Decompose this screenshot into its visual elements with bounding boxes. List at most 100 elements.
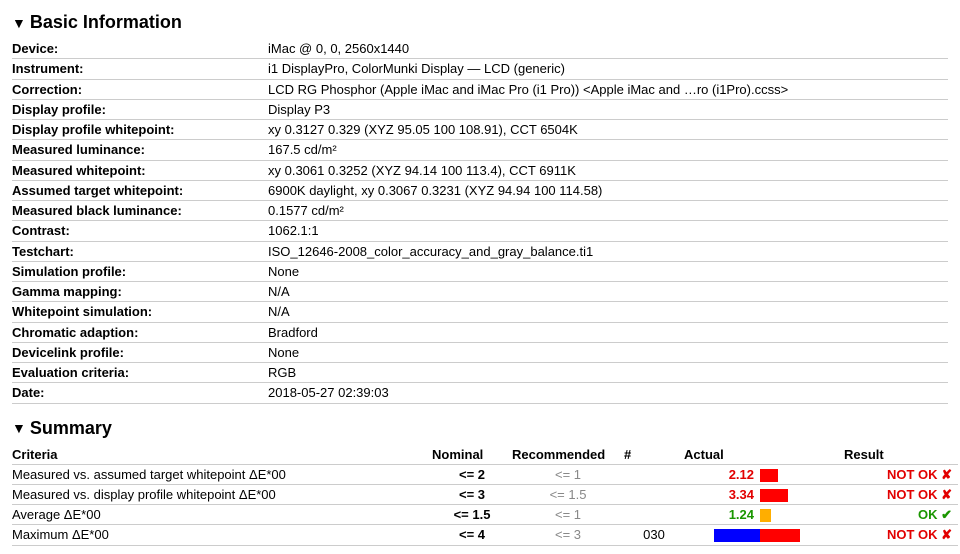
info-row: Assumed target whitepoint:6900K daylight… [12, 180, 948, 200]
summary-table: Criteria Nominal Recommended # Actual Re… [12, 445, 958, 546]
summary-title: Summary [30, 418, 112, 439]
bar-fill [714, 529, 760, 542]
nominal-cell: <= 3 [432, 484, 512, 504]
actual-cell: 3.34 [684, 484, 754, 504]
info-value: N/A [268, 302, 948, 322]
info-label: Simulation profile: [12, 261, 268, 281]
col-header-nominal: Nominal [432, 445, 512, 465]
col-header-criteria: Criteria [12, 445, 432, 465]
info-value: Display P3 [268, 99, 948, 119]
bar-fill [760, 469, 778, 482]
info-row: Date:2018-05-27 02:39:03 [12, 383, 948, 403]
info-row: Devicelink profile:None [12, 342, 948, 362]
bar-wrap [760, 489, 840, 502]
hash-cell: 030 [624, 525, 684, 545]
hash-cell [624, 464, 684, 484]
info-row: Measured black luminance:0.1577 cd/m² [12, 201, 948, 221]
nominal-cell: <= 4 [432, 525, 512, 545]
info-row: Testchart:ISO_12646-2008_color_accuracy_… [12, 241, 948, 261]
actual-cell: 2.12 [684, 464, 754, 484]
info-row: Simulation profile:None [12, 261, 948, 281]
criteria-cell: Measured vs. display profile whitepoint … [12, 484, 432, 504]
info-label: Date: [12, 383, 268, 403]
info-row: Whitepoint simulation:N/A [12, 302, 948, 322]
info-label: Assumed target whitepoint: [12, 180, 268, 200]
info-row: Measured whitepoint:xy 0.3061 0.3252 (XY… [12, 160, 948, 180]
summary-row: Maximum ΔE*00<= 4<= 30304.74NOT OK ✘ [12, 525, 958, 545]
info-value: 0.1577 cd/m² [268, 201, 948, 221]
info-label: Whitepoint simulation: [12, 302, 268, 322]
bar-fill-over [760, 529, 800, 542]
info-row: Gamma mapping:N/A [12, 282, 948, 302]
col-header-bar [754, 445, 844, 465]
basic-info-table: Device:iMac @ 0, 0, 2560x1440Instrument:… [12, 39, 948, 404]
info-row: Contrast:1062.1:1 [12, 221, 948, 241]
bar-cell [754, 464, 844, 484]
info-value: 2018-05-27 02:39:03 [268, 383, 948, 403]
info-value: xy 0.3061 0.3252 (XYZ 94.14 100 113.4), … [268, 160, 948, 180]
info-value: None [268, 261, 948, 281]
info-row: Display profile whitepoint:xy 0.3127 0.3… [12, 120, 948, 140]
info-value: None [268, 342, 948, 362]
recommended-cell: <= 1 [512, 464, 624, 484]
recommended-cell: <= 1.5 [512, 484, 624, 504]
info-label: Testchart: [12, 241, 268, 261]
info-label: Gamma mapping: [12, 282, 268, 302]
summary-heading[interactable]: ▼ Summary [12, 418, 948, 439]
info-row: Display profile:Display P3 [12, 99, 948, 119]
info-label: Display profile whitepoint: [12, 120, 268, 140]
info-row: Correction:LCD RG Phosphor (Apple iMac a… [12, 79, 948, 99]
info-value: ISO_12646-2008_color_accuracy_and_gray_b… [268, 241, 948, 261]
col-header-actual: Actual [684, 445, 754, 465]
summary-row: Measured vs. display profile whitepoint … [12, 484, 958, 504]
info-value: xy 0.3127 0.329 (XYZ 95.05 100 108.91), … [268, 120, 948, 140]
bar-fill [760, 509, 771, 522]
info-label: Display profile: [12, 99, 268, 119]
info-label: Measured whitepoint: [12, 160, 268, 180]
info-value: LCD RG Phosphor (Apple iMac and iMac Pro… [268, 79, 948, 99]
info-value: iMac @ 0, 0, 2560x1440 [268, 39, 948, 59]
info-label: Measured black luminance: [12, 201, 268, 221]
col-header-hash: # [624, 445, 684, 465]
info-row: Measured luminance:167.5 cd/m² [12, 140, 948, 160]
info-value: N/A [268, 282, 948, 302]
result-cell: NOT OK ✘ [844, 525, 958, 545]
col-header-recommended: Recommended [512, 445, 624, 465]
info-row: Chromatic adaption:Bradford [12, 322, 948, 342]
bar-fill [760, 489, 788, 502]
recommended-cell: <= 3 [512, 525, 624, 545]
info-label: Measured luminance: [12, 140, 268, 160]
info-value: 167.5 cd/m² [268, 140, 948, 160]
info-row: Device:iMac @ 0, 0, 2560x1440 [12, 39, 948, 59]
info-label: Correction: [12, 79, 268, 99]
info-row: Instrument:i1 DisplayPro, ColorMunki Dis… [12, 59, 948, 79]
disclosure-triangle-icon[interactable]: ▼ [12, 15, 26, 31]
info-value: RGB [268, 363, 948, 383]
bar-wrap [760, 469, 840, 482]
criteria-cell: Maximum ΔE*00 [12, 525, 432, 545]
info-row: Evaluation criteria:RGB [12, 363, 948, 383]
hash-cell [624, 484, 684, 504]
info-value: i1 DisplayPro, ColorMunki Display — LCD … [268, 59, 948, 79]
info-value: 6900K daylight, xy 0.3067 0.3231 (XYZ 94… [268, 180, 948, 200]
info-label: Chromatic adaption: [12, 322, 268, 342]
info-label: Evaluation criteria: [12, 363, 268, 383]
info-value: Bradford [268, 322, 948, 342]
info-label: Contrast: [12, 221, 268, 241]
bar-wrap [760, 529, 840, 542]
info-label: Devicelink profile: [12, 342, 268, 362]
nominal-cell: <= 2 [432, 464, 512, 484]
info-label: Device: [12, 39, 268, 59]
info-label: Instrument: [12, 59, 268, 79]
result-cell: NOT OK ✘ [844, 484, 958, 504]
result-cell: NOT OK ✘ [844, 464, 958, 484]
criteria-cell: Measured vs. assumed target whitepoint Δ… [12, 464, 432, 484]
disclosure-triangle-icon[interactable]: ▼ [12, 420, 26, 436]
basic-info-heading[interactable]: ▼ Basic Information [12, 12, 948, 33]
bar-cell [754, 525, 844, 545]
basic-info-title: Basic Information [30, 12, 182, 33]
bar-wrap [760, 509, 840, 522]
bar-cell [754, 484, 844, 504]
info-value: 1062.1:1 [268, 221, 948, 241]
summary-row: Measured vs. assumed target whitepoint Δ… [12, 464, 958, 484]
